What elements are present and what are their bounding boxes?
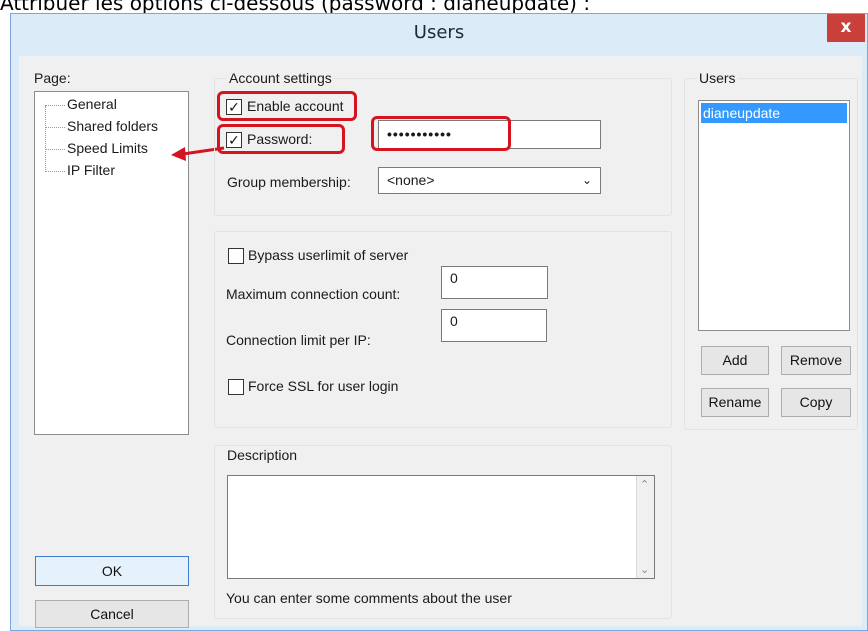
tree-item-label: General xyxy=(67,96,117,112)
close-button[interactable]: x xyxy=(827,14,865,42)
scroll-down-icon[interactable]: ⌄ xyxy=(640,563,649,576)
copy-user-button[interactable]: Copy xyxy=(781,388,851,417)
tree-item-speed-limits[interactable]: Speed Limits xyxy=(45,140,148,160)
tree-item-label: Shared folders xyxy=(67,118,159,134)
tree-item-label: IP Filter xyxy=(67,162,115,178)
highlight-enable-account xyxy=(217,91,357,121)
highlight-password-checkbox xyxy=(217,124,345,154)
user-list-item[interactable]: dianeupdate xyxy=(701,103,847,123)
dialog-body: Page: General Shared folders Speed Limit… xyxy=(19,56,862,628)
force-ssl-label[interactable]: Force SSL for user login xyxy=(248,378,398,394)
description-label: Description xyxy=(227,447,298,463)
chevron-down-icon: ⌄ xyxy=(581,173,592,187)
window-title: Users xyxy=(413,22,465,43)
tree-item-shared-folders[interactable]: Shared folders xyxy=(45,118,158,138)
group-membership-value: <none> xyxy=(387,172,435,188)
connection-per-ip-input[interactable]: 0 xyxy=(441,309,547,342)
force-ssl-checkbox[interactable] xyxy=(228,379,244,395)
add-user-button[interactable]: Add xyxy=(701,346,769,375)
description-hint: You can enter some comments about the us… xyxy=(226,590,512,606)
remove-user-button[interactable]: Remove xyxy=(781,346,851,375)
cancel-button[interactable]: Cancel xyxy=(35,600,189,628)
tree-item-general[interactable]: General xyxy=(45,96,117,116)
account-settings-label: Account settings xyxy=(227,70,334,86)
ok-button[interactable]: OK xyxy=(35,556,189,586)
highlight-password-field xyxy=(371,116,511,151)
tree-item-ip-filter[interactable]: IP Filter xyxy=(45,162,115,182)
rename-user-button[interactable]: Rename xyxy=(701,388,769,417)
title-bar: Users x xyxy=(11,14,867,54)
description-textarea[interactable]: ⌃ ⌄ xyxy=(227,475,655,579)
max-connection-input[interactable]: 0 xyxy=(441,266,548,299)
tree-dots xyxy=(45,170,65,172)
description-scrollbar[interactable]: ⌃ ⌄ xyxy=(636,476,654,578)
users-label: Users xyxy=(697,70,738,86)
tree-dots xyxy=(45,126,65,128)
users-dialog: Users x Page: General Shared folders Spe… xyxy=(10,13,868,631)
tree-dots xyxy=(45,104,65,106)
group-membership-label: Group membership: xyxy=(227,174,351,190)
scroll-up-icon[interactable]: ⌃ xyxy=(640,478,649,491)
connection-per-ip-label: Connection limit per IP: xyxy=(226,332,371,348)
tree-dots xyxy=(45,148,65,150)
page-label: Page: xyxy=(34,70,71,86)
users-listbox[interactable]: dianeupdate xyxy=(698,100,850,331)
tree-item-label: Speed Limits xyxy=(67,140,148,156)
page-tree[interactable]: General Shared folders Speed Limits IP F… xyxy=(34,91,189,435)
bypass-userlimit-label[interactable]: Bypass userlimit of server xyxy=(248,247,408,263)
max-connection-label: Maximum connection count: xyxy=(226,286,401,302)
group-membership-select[interactable]: <none> ⌄ xyxy=(378,167,601,194)
bypass-userlimit-checkbox[interactable] xyxy=(228,248,244,264)
